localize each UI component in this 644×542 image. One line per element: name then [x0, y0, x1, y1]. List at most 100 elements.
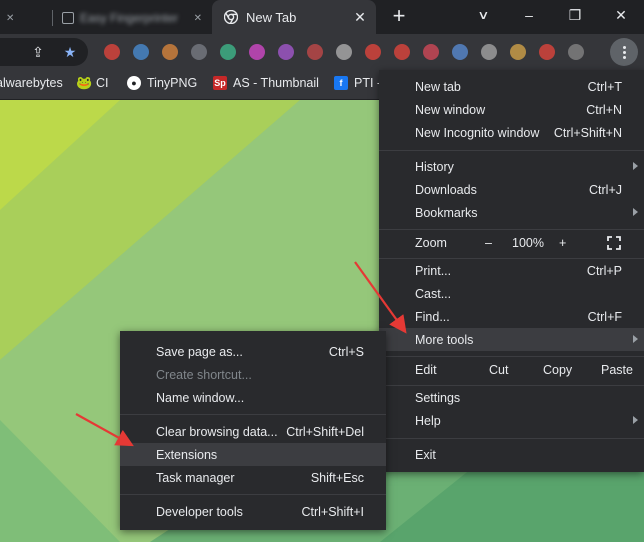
bookmark-item[interactable]: ● TinyPNG [127, 76, 197, 90]
tab-partial[interactable]: ✕ [6, 6, 46, 30]
tab-active[interactable]: New Tab ✕ [212, 0, 376, 34]
minimize-icon: – [525, 7, 533, 23]
tab-inactive[interactable]: Easy Fingerprinter ✕ [62, 6, 202, 30]
zoom-value: 100% [512, 235, 544, 250]
menu-item-shortcut: Ctrl+P [586, 263, 622, 278]
menu-item-create-shortcut: Create shortcut... [120, 363, 386, 386]
menu-item-label: New window [415, 102, 486, 117]
zoom-out-button[interactable]: – [485, 236, 492, 250]
star-icon[interactable]: ★ [62, 44, 78, 60]
extension-icon[interactable] [191, 44, 207, 60]
close-icon[interactable]: ✕ [352, 9, 368, 25]
facebook-icon: f [334, 76, 348, 90]
extension-icon[interactable] [162, 44, 178, 60]
bookmark-item[interactable]: f PTI - [334, 76, 381, 90]
tab-close-icon[interactable]: ✕ [6, 13, 14, 24]
menu-button[interactable] [610, 38, 638, 66]
minimize-button[interactable]: – [506, 0, 552, 30]
close-window-button[interactable]: ✕ [598, 0, 644, 30]
submenu-arrow-icon [633, 416, 638, 424]
menu-divider [120, 414, 386, 415]
menu-zoom-row: Zoom – 100% + [379, 231, 644, 254]
extension-icon[interactable] [249, 44, 265, 60]
menu-item-label: Downloads [415, 182, 477, 197]
menu-item-cast[interactable]: Cast... [379, 282, 644, 305]
menu-divider [379, 438, 644, 439]
menu-item-label: Bookmarks [415, 205, 478, 220]
extension-icon[interactable] [365, 44, 381, 60]
menu-item-clear-browsing-data[interactable]: Clear browsing data... Ctrl+Shift+Del [120, 420, 386, 443]
extension-icon[interactable] [539, 44, 555, 60]
dot-icon [622, 50, 626, 54]
tab-search-button[interactable]: ∨ [460, 0, 506, 30]
menu-item-developer-tools[interactable]: Developer tools Ctrl+Shift+I [120, 500, 386, 523]
menu-item-label: Clear browsing data... [156, 424, 278, 439]
menu-item-label: Developer tools [156, 504, 243, 519]
menu-item-label: Settings [415, 390, 461, 405]
tab-separator [52, 10, 53, 26]
menu-item-bookmarks[interactable]: Bookmarks [379, 201, 644, 224]
bookmark-item[interactable]: alwarebytes [0, 76, 63, 90]
extension-icon[interactable] [307, 44, 323, 60]
fullscreen-icon[interactable] [607, 236, 621, 250]
zoom-in-button[interactable]: + [559, 236, 566, 250]
menu-item-find[interactable]: Find... Ctrl+F [379, 305, 644, 328]
bookmark-label: TinyPNG [147, 76, 198, 90]
extension-icon[interactable] [220, 44, 236, 60]
menu-item-help[interactable]: Help [379, 409, 644, 432]
bookmark-label: AS - Thumbnail [233, 76, 319, 90]
menu-item-downloads[interactable]: Downloads Ctrl+J [379, 178, 644, 201]
bookmark-label: CI [96, 76, 109, 90]
extension-icon[interactable] [452, 44, 468, 60]
menu-divider [379, 356, 644, 357]
menu-item-save-page-as[interactable]: Save page as... Ctrl+S [120, 340, 386, 363]
menu-item-new-tab[interactable]: New tab Ctrl+T [379, 75, 644, 98]
menu-item-more-tools[interactable]: More tools [379, 328, 644, 351]
copy-button[interactable]: Copy [543, 363, 572, 377]
share-icon[interactable]: ⇪ [30, 44, 46, 60]
extension-icon[interactable] [510, 44, 526, 60]
menu-item-label: Cast... [415, 286, 452, 301]
menu-item-label: Find... [415, 309, 450, 324]
new-tab-button[interactable]: + [388, 5, 410, 28]
menu-item-label: Exit [415, 447, 436, 462]
extension-icon[interactable] [104, 44, 120, 60]
menu-item-extensions[interactable]: Extensions [120, 443, 386, 466]
menu-item-task-manager[interactable]: Task manager Shift+Esc [120, 466, 386, 489]
menu-item-label: More tools [415, 332, 474, 347]
cut-button[interactable]: Cut [489, 363, 508, 377]
menu-item-label: New Incognito window [415, 125, 540, 140]
tab-close-icon[interactable]: ✕ [194, 13, 202, 24]
menu-item-shortcut: Ctrl+Shift+N [553, 125, 622, 140]
extension-icon[interactable] [394, 44, 410, 60]
bookmark-item[interactable]: 🐸 CI [76, 76, 109, 91]
menu-item-history[interactable]: History [379, 155, 644, 178]
omnibox[interactable]: ⇪ ★ [0, 38, 88, 66]
menu-item-settings[interactable]: Settings [379, 386, 644, 409]
tab-label: Easy Fingerprinter [80, 11, 179, 25]
paste-button[interactable]: Paste [601, 363, 633, 377]
menu-item-new-window[interactable]: New window Ctrl+N [379, 98, 644, 121]
extension-icon[interactable] [133, 44, 149, 60]
menu-item-print[interactable]: Print... Ctrl+P [379, 259, 644, 282]
extension-icon[interactable] [278, 44, 294, 60]
extension-icon[interactable] [481, 44, 497, 60]
chrome-main-menu: New tab Ctrl+T New window Ctrl+N New Inc… [379, 70, 644, 472]
extension-icon[interactable] [423, 44, 439, 60]
menu-item-name-window[interactable]: Name window... [120, 386, 386, 409]
menu-item-label: Save page as... [156, 344, 243, 359]
menu-divider [379, 229, 644, 230]
zoom-label: Zoom [415, 235, 447, 250]
menu-edit-row: Edit Cut Copy Paste [379, 358, 644, 381]
restore-icon: ❐ [568, 6, 582, 23]
menu-item-exit[interactable]: Exit [379, 443, 644, 466]
panda-icon: ● [127, 76, 141, 90]
menu-item-label: Help [415, 413, 441, 428]
bookmark-item[interactable]: Sp AS - Thumbnail [213, 76, 319, 90]
toolbar: ⇪ ★ [0, 34, 644, 70]
extension-icon[interactable] [568, 44, 584, 60]
extension-icon[interactable] [336, 44, 352, 60]
submenu-arrow-icon [633, 335, 638, 343]
maximize-button[interactable]: ❐ [552, 0, 598, 30]
menu-item-new-incognito-window[interactable]: New Incognito window Ctrl+Shift+N [379, 121, 644, 144]
